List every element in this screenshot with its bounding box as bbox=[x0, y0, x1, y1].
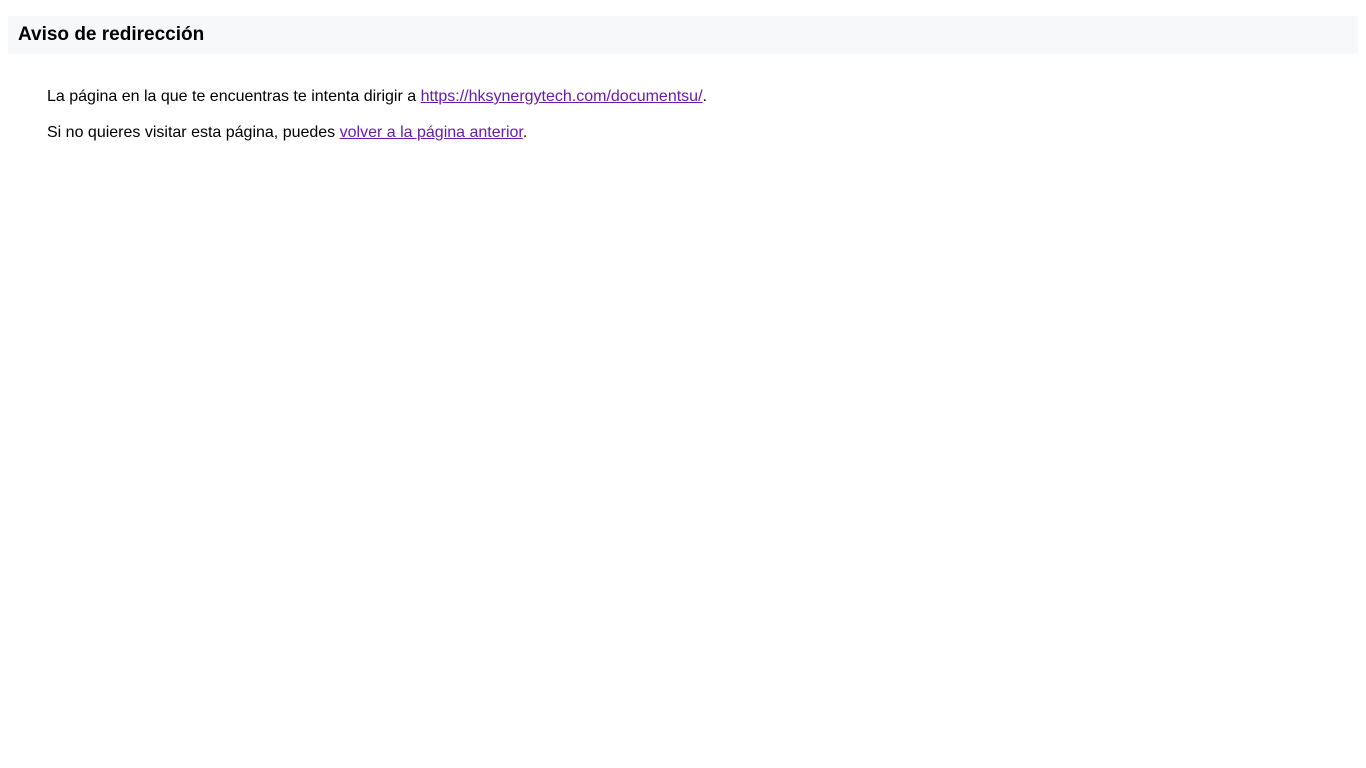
go-back-message: Si no quieres visitar esta página, puede… bbox=[47, 123, 707, 143]
redirect-message-prefix: La página en la que te encuentras te int… bbox=[47, 88, 421, 105]
header-bar: Aviso de redirección bbox=[8, 16, 1358, 54]
redirect-message-suffix: . bbox=[702, 88, 707, 105]
redirect-message: La página en la que te encuentras te int… bbox=[47, 87, 707, 107]
go-back-message-suffix: . bbox=[522, 124, 528, 141]
message-content: La página en la que te encuentras te int… bbox=[47, 87, 707, 159]
page-title: Aviso de redirección bbox=[18, 24, 205, 45]
target-url-link[interactable]: https://hksynergytech.com/documentsu/ bbox=[421, 88, 703, 105]
go-back-message-prefix: Si no quieres visitar esta página, puede… bbox=[47, 124, 340, 141]
go-back-link[interactable]: volver a la página anterior bbox=[340, 124, 523, 141]
redirect-notice-page: Aviso de redirección La página en la que… bbox=[0, 0, 1366, 768]
